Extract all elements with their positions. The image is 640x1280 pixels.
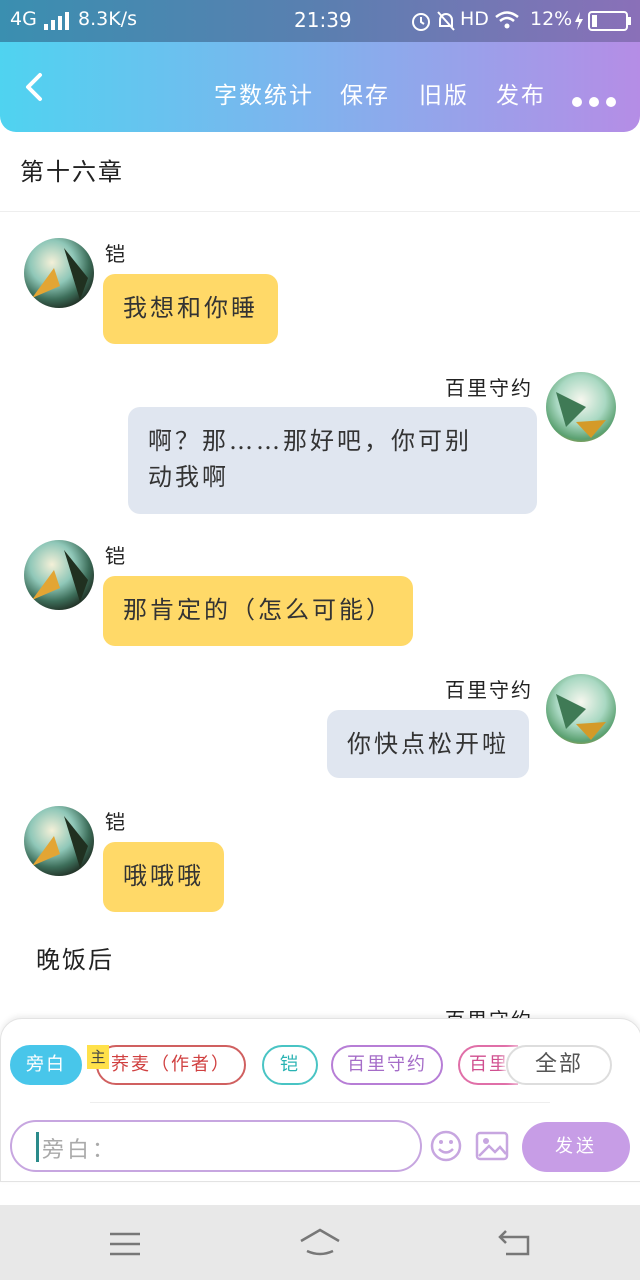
send-button[interactable]: 发送: [522, 1122, 630, 1172]
home-icon[interactable]: [298, 1227, 342, 1257]
back-arrow-icon[interactable]: [20, 70, 48, 104]
emoji-icon[interactable]: [430, 1130, 462, 1162]
avatar-image: [546, 674, 616, 744]
sender-name: 铠: [105, 242, 127, 266]
avatar-kai[interactable]: [24, 540, 94, 610]
show-all-roles-button[interactable]: 全部: [506, 1045, 612, 1085]
mute-bell-icon: [437, 11, 455, 31]
main-role-badge: 主: [87, 1045, 109, 1069]
image-icon[interactable]: [475, 1131, 509, 1161]
publish-button[interactable]: 发布: [496, 76, 546, 110]
word-count-button[interactable]: 字数统计: [214, 76, 314, 110]
signal-icon: [44, 12, 70, 30]
role-chip-baili[interactable]: 百里守约: [331, 1045, 443, 1085]
message-input[interactable]: 旁白：: [10, 1120, 422, 1172]
chat-bubble-left[interactable]: 那肯定的（怎么可能）: [103, 576, 413, 646]
chat-bubble-right[interactable]: 你快点松开啦: [327, 710, 529, 778]
chat-bubble-left[interactable]: 哦哦哦: [103, 842, 224, 912]
wifi-icon: [495, 11, 519, 29]
hd-indicator: HD: [460, 8, 489, 30]
avatar-image: [24, 540, 94, 610]
sender-name: 铠: [105, 544, 127, 568]
avatar-kai[interactable]: [24, 238, 94, 308]
chat-bubble-left[interactable]: 我想和你睡: [103, 274, 278, 344]
battery-percent: 12%: [530, 8, 573, 30]
charging-icon: [575, 12, 583, 30]
sender-name-partial: 百里守约: [445, 1004, 533, 1018]
battery-icon: [588, 11, 631, 31]
chat-bubble-right[interactable]: 啊？那……那好吧，你可别 动我啊: [128, 407, 537, 514]
clock: 21:39: [294, 8, 352, 32]
network-type: 4G: [10, 8, 37, 30]
old-version-button[interactable]: 旧版: [419, 76, 469, 110]
sender-name: 百里守约: [445, 678, 533, 702]
avatar-baili[interactable]: [546, 674, 616, 744]
narration-text[interactable]: 晚饭后: [36, 940, 114, 975]
avatar-image: [24, 238, 94, 308]
message-line: 动我啊: [148, 463, 229, 491]
divider: [90, 1102, 550, 1103]
alarm-icon: [412, 13, 430, 31]
back-icon[interactable]: [498, 1227, 532, 1257]
sender-name: 百里守约: [445, 376, 533, 400]
divider: [0, 211, 640, 212]
avatar-image: [546, 372, 616, 442]
message-line: 啊？那……那好吧，你可别: [148, 427, 472, 455]
network-speed: 8.3K/s: [78, 8, 137, 30]
avatar-baili[interactable]: [546, 372, 616, 442]
role-chip-kai[interactable]: 铠: [262, 1045, 318, 1085]
role-chip-author[interactable]: 荞麦（作者）: [96, 1045, 246, 1085]
more-icon[interactable]: [572, 92, 623, 111]
text-caret: [36, 1132, 39, 1162]
sender-name: 铠: [105, 810, 127, 834]
menu-icon[interactable]: [108, 1231, 142, 1257]
editor-header: 字数统计 保存 旧版 发布: [0, 42, 640, 132]
input-placeholder: 旁白：: [42, 1138, 118, 1163]
chapter-title: 第十六章: [20, 158, 124, 186]
status-bar: 4G 8.3K/s 21:39 HD 12%: [0, 0, 640, 42]
save-button[interactable]: 保存: [340, 76, 390, 110]
avatar-kai[interactable]: [24, 806, 94, 876]
avatar-image: [24, 806, 94, 876]
system-nav-bar: [0, 1205, 640, 1280]
role-chip-narrator[interactable]: 旁白: [10, 1045, 82, 1085]
